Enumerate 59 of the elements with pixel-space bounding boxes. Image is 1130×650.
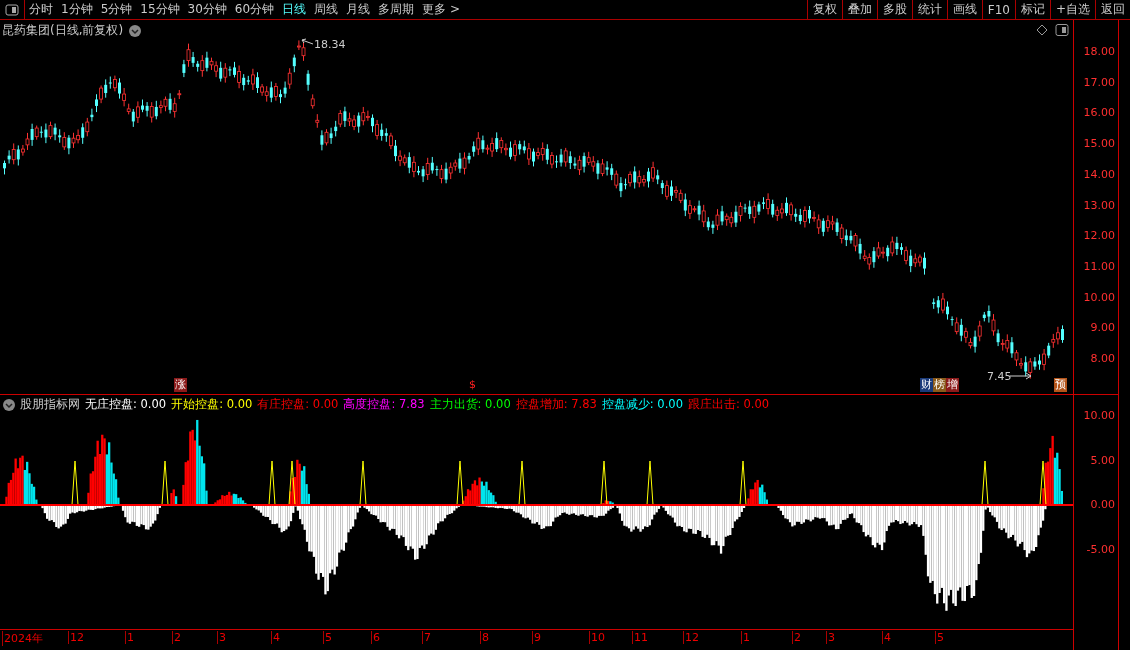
axis-label: 8.00 [1090, 352, 1115, 365]
axis-label: 13.00 [1083, 198, 1115, 212]
date-label: 2024年 [2, 631, 43, 646]
date-label: 3 [217, 631, 226, 644]
signal-marker: 增 [946, 378, 959, 392]
axis-label: 16.00 [1083, 106, 1115, 120]
date-label: 5 [323, 631, 332, 644]
signal-marker: 预 [1054, 378, 1067, 392]
date-label: 4 [882, 631, 891, 644]
panel-icon[interactable] [1055, 24, 1069, 36]
axis-label: 15.00 [1083, 137, 1115, 151]
legend-entry: 高度控盘: 7.83 [343, 397, 425, 412]
axis-label: 12.00 [1083, 229, 1115, 243]
axis-label: 18.00 [1083, 45, 1115, 58]
dropdown-icon[interactable] [3, 398, 15, 411]
signal-marker: 榜 [933, 378, 946, 392]
legend-entry: 跟庄出击: 0.00 [688, 397, 770, 412]
axis-label: 10.00 [1083, 290, 1115, 304]
axis-label: 17.00 [1083, 75, 1115, 89]
axis-label: -5.00 [1086, 542, 1115, 556]
legend-entry: 控盘增加: 7.83 [515, 397, 597, 412]
signal-marker: 涨 [174, 378, 187, 392]
date-label: 8 [480, 631, 489, 644]
signal-marker: $ [468, 378, 477, 392]
arrow-icon [1010, 372, 1032, 380]
axis-label: 14.00 [1083, 167, 1115, 181]
axis-label: 5.00 [1090, 453, 1115, 467]
legend-entry: 无庄控盘: 0.00 [85, 397, 167, 412]
axis-label: 10.00 [1083, 409, 1115, 422]
date-label: 2 [792, 631, 801, 644]
date-label: 9 [532, 631, 541, 644]
date-label: 5 [935, 631, 944, 644]
axis-label: 0.00 [1090, 498, 1115, 511]
date-label: 11 [632, 631, 648, 644]
date-label: 6 [371, 631, 380, 644]
high-price-label: 18.34 [314, 38, 346, 51]
date-label: 12 [68, 631, 84, 644]
date-label: 10 [589, 631, 605, 644]
legend-entry: 主力出货: 0.00 [429, 397, 511, 412]
indicator-name: 股朋指标网 [20, 397, 80, 412]
date-label: 12 [683, 631, 699, 644]
date-label: 3 [826, 631, 835, 644]
legend-entry: 有庄控盘: 0.00 [257, 397, 339, 412]
diamond-icon[interactable] [1037, 24, 1048, 36]
dropdown-icon[interactable] [129, 24, 142, 37]
legend-entry: 控盘减少: 0.00 [601, 397, 683, 412]
axis-label: 9.00 [1090, 321, 1115, 335]
date-label: 1 [125, 631, 134, 644]
panel-icon [5, 3, 19, 16]
date-label: 1 [741, 631, 750, 644]
date-label: 2 [172, 631, 181, 644]
date-label: 4 [271, 631, 280, 644]
low-price-label: 7.45 [987, 370, 1012, 383]
axis-label: 11.00 [1083, 259, 1115, 273]
chart-title: 昆药集团(日线,前复权) [2, 22, 124, 39]
date-label: 7 [422, 631, 431, 644]
arrow-icon [300, 38, 314, 46]
legend-entry: 开始控盘: 0.00 [171, 397, 253, 412]
signal-marker: 财 [920, 378, 933, 392]
